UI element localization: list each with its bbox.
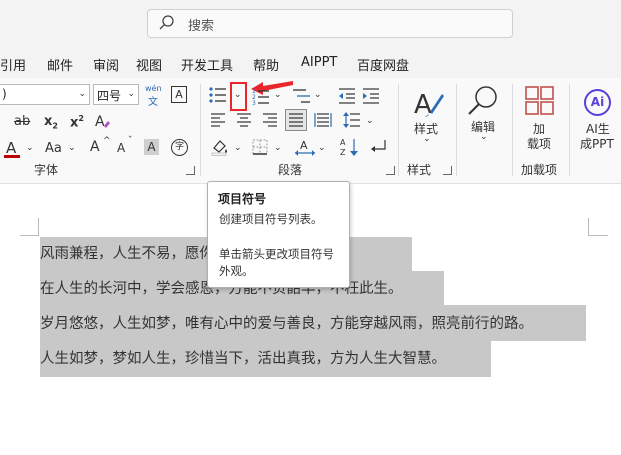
decrease-indent-icon[interactable]: [338, 87, 356, 105]
menu-view[interactable]: 视图: [136, 55, 162, 74]
addins-icon[interactable]: [525, 86, 555, 116]
crop-mark-left: [38, 218, 39, 236]
bullets-dropdown-highlight: [230, 82, 247, 111]
justify-icon: [289, 113, 303, 127]
chevron-down-icon[interactable]: ⌄: [366, 116, 374, 126]
addins-button-label-2[interactable]: 载项: [527, 135, 551, 152]
chinese-layout-icon[interactable]: A: [294, 137, 316, 157]
svg-text:Z: Z: [340, 148, 346, 157]
multilevel-list-icon[interactable]: [292, 87, 312, 105]
font-dialog-launcher-icon[interactable]: [186, 166, 195, 175]
phonetic-guide-top: wén: [145, 84, 162, 93]
chevron-down-icon[interactable]: ⌄: [423, 134, 431, 144]
styles-dialog-launcher-icon[interactable]: [443, 166, 452, 175]
crop-mark-left-h: [20, 235, 39, 236]
font-name-value: ): [2, 87, 7, 101]
subscript-icon[interactable]: x2: [44, 114, 58, 131]
search-placeholder: 搜索: [188, 19, 215, 34]
align-right-icon[interactable]: [262, 112, 278, 128]
font-name-combo[interactable]: ) ⌄: [0, 84, 90, 105]
paragraph[interactable]: 人生如梦，梦如人生，珍惜当下，活出真我，方为人生大智慧。: [40, 342, 446, 376]
show-formatting-icon[interactable]: [369, 138, 387, 156]
distributed-icon[interactable]: [314, 112, 332, 128]
tooltip-title: 项目符号: [218, 192, 267, 206]
group-separator: [512, 84, 513, 176]
menu-developer[interactable]: 开发工具: [181, 55, 233, 74]
menu-aippt[interactable]: AIPPT: [301, 55, 337, 70]
increase-indent-icon[interactable]: [362, 87, 380, 105]
group-label-font: 字体: [34, 163, 59, 177]
borders-icon[interactable]: [252, 139, 268, 155]
justify-button[interactable]: [285, 109, 307, 131]
svg-text:3: 3: [252, 100, 256, 105]
group-separator: [200, 84, 201, 176]
chevron-down-icon[interactable]: ⌄: [274, 143, 282, 153]
group-separator: [456, 84, 457, 176]
character-shading-icon[interactable]: A: [144, 139, 159, 155]
paragraph-dialog-launcher-icon[interactable]: [386, 166, 395, 175]
search-icon: [159, 15, 174, 30]
group-separator: [398, 84, 399, 176]
chevron-down-icon: ⌄: [78, 89, 86, 99]
ai-ppt-label-2[interactable]: 成PPT: [580, 135, 614, 152]
font-size-combo[interactable]: 四号 ⌄: [93, 84, 139, 105]
menu-mailings[interactable]: 邮件: [47, 55, 73, 74]
grow-font-icon[interactable]: A: [90, 139, 100, 155]
chevron-down-icon: ⌄: [127, 89, 135, 99]
crop-mark-right-h: [588, 235, 608, 236]
svg-text:A: A: [340, 138, 346, 147]
tooltip-description: 创建项目符号列表。: [219, 212, 323, 226]
group-label-addins: 加载项: [521, 163, 558, 177]
font-size-value: 四号: [97, 89, 122, 103]
shading-icon[interactable]: [211, 138, 229, 156]
group-label-paragraph: 段落: [278, 163, 303, 177]
align-left-icon[interactable]: [210, 112, 226, 128]
styles-icon[interactable]: A: [411, 86, 445, 120]
enclosed-characters-icon[interactable]: 字: [171, 139, 188, 156]
chevron-down-icon[interactable]: ⌄: [314, 90, 322, 100]
crop-mark-right: [588, 218, 589, 236]
superscript-2: 2: [78, 114, 84, 123]
superscript-icon[interactable]: x2: [70, 114, 84, 130]
change-case-icon[interactable]: Aa: [45, 141, 62, 156]
editing-search-icon[interactable]: [466, 84, 500, 118]
svg-text:A: A: [414, 90, 432, 120]
shrink-font-icon[interactable]: A: [117, 141, 125, 155]
tooltip-hint-continued: 外观。: [219, 264, 254, 278]
chevron-down-icon[interactable]: ⌄: [68, 143, 76, 153]
chevron-down-icon[interactable]: ⌄: [26, 143, 34, 153]
subscript-2: 2: [52, 121, 58, 131]
menu-baidu-netdisk[interactable]: 百度网盘: [357, 55, 409, 74]
ai-logo-icon[interactable]: Ai: [584, 89, 611, 116]
shrink-font-caret: ˇ: [128, 136, 133, 146]
grow-font-caret: ^: [103, 136, 111, 146]
tooltip-hint: 单击箭头更改项目符号: [219, 247, 334, 261]
chevron-down-icon[interactable]: ⌄: [234, 143, 242, 153]
sort-icon[interactable]: A Z: [339, 137, 359, 157]
bullets-icon[interactable]: [208, 85, 228, 105]
menu-review[interactable]: 审阅: [93, 55, 119, 74]
phonetic-guide-icon[interactable]: 文: [148, 93, 158, 108]
strikethrough-icon[interactable]: ab: [14, 114, 30, 129]
group-separator: [569, 84, 570, 176]
line-spacing-icon[interactable]: [343, 111, 361, 129]
chevron-down-icon[interactable]: ⌄: [480, 132, 488, 142]
chevron-down-icon[interactable]: ⌄: [318, 143, 326, 153]
menu-references[interactable]: 引用: [0, 55, 26, 74]
svg-text:A: A: [95, 114, 105, 130]
svg-text:A: A: [300, 139, 308, 152]
align-center-icon[interactable]: [236, 112, 252, 128]
paragraph[interactable]: 岁月悠悠，人生如梦，唯有心中的爱与善良，方能穿越风雨，照亮前行的路。: [40, 307, 533, 341]
character-border-icon[interactable]: A: [171, 86, 187, 103]
font-color-bar: [4, 155, 20, 158]
chevron-down-icon[interactable]: ⌄: [274, 90, 282, 100]
numbering-icon[interactable]: 1 2 3: [252, 87, 270, 105]
text-effects-icon[interactable]: A: [94, 112, 112, 130]
group-label-styles: 样式: [407, 163, 432, 177]
menu-help[interactable]: 帮助: [253, 55, 279, 74]
